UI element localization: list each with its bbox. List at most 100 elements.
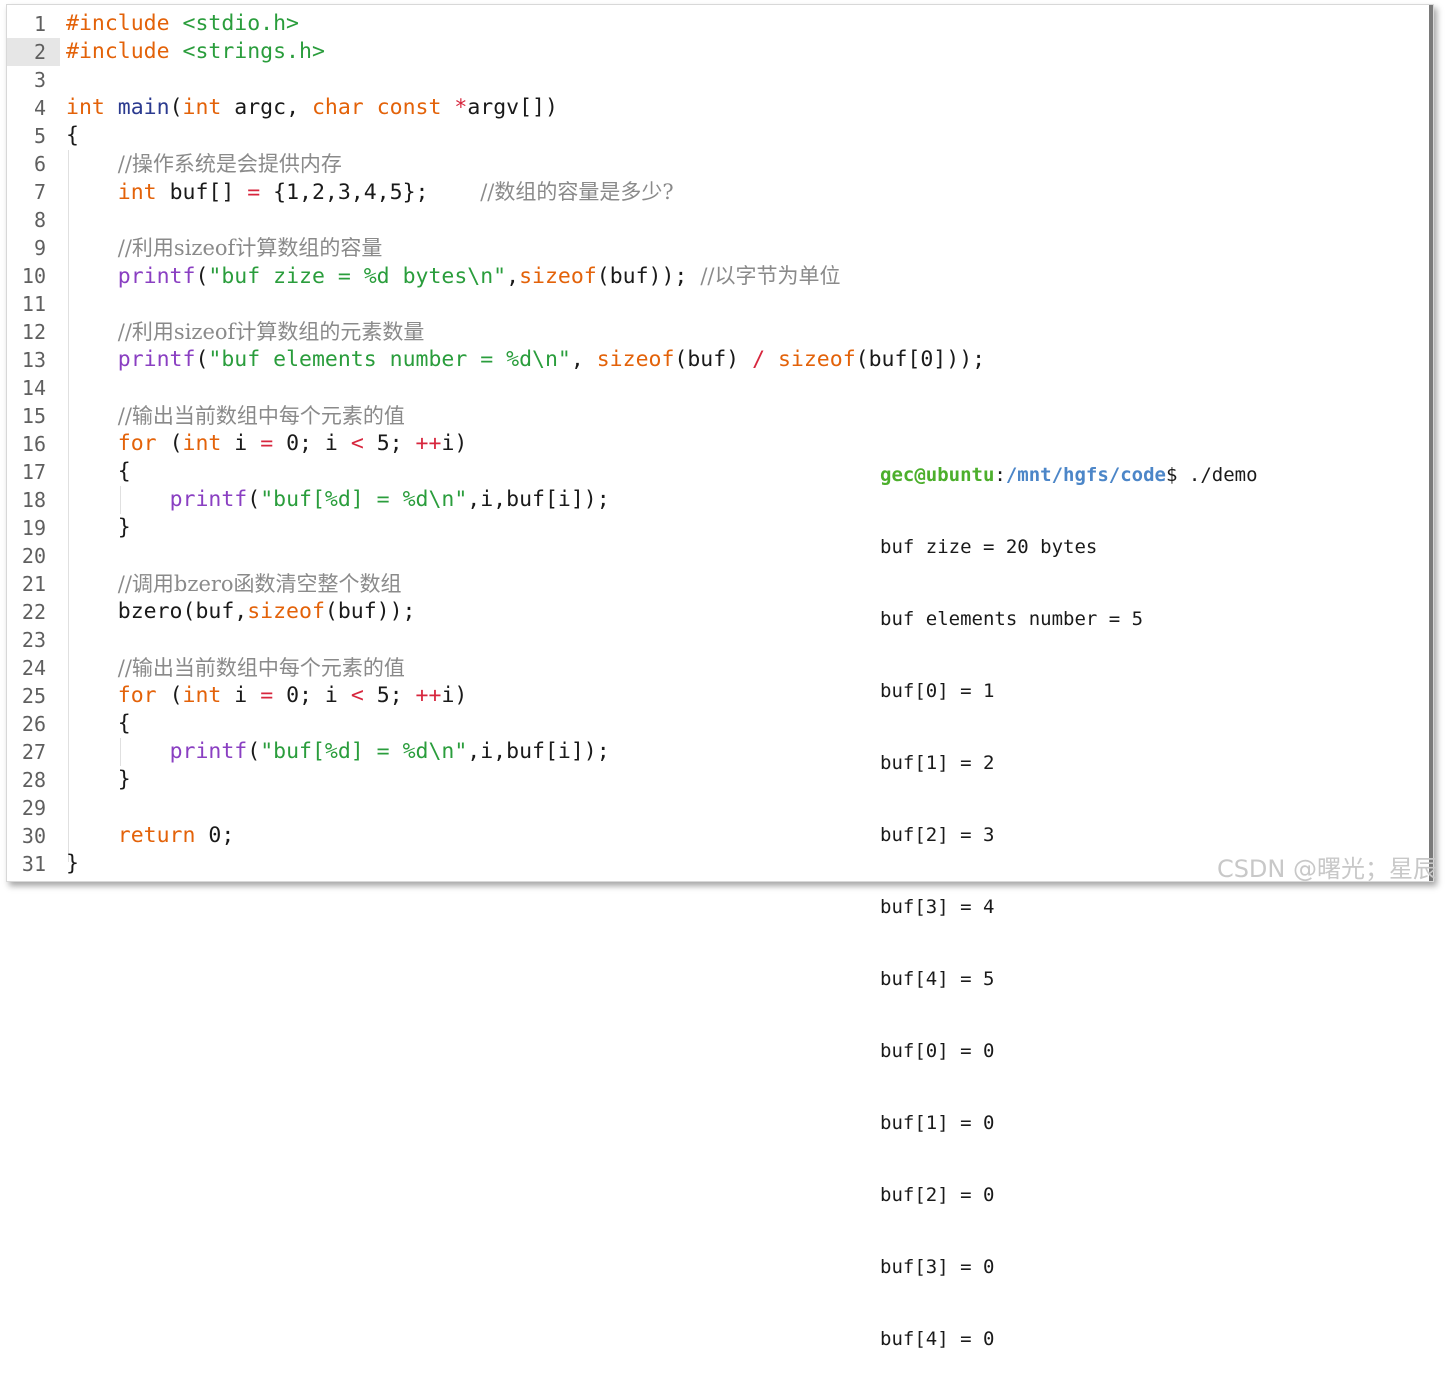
line-number: 29 bbox=[21, 796, 46, 820]
code-token: sizeof bbox=[519, 264, 597, 289]
prompt-path: /mnt/hgfs/code bbox=[1005, 464, 1166, 486]
code-token: for bbox=[117, 431, 170, 456]
line-number: 6 bbox=[33, 152, 46, 176]
code-token: "buf elements number = %d\n" bbox=[208, 347, 571, 372]
code-token: ++ bbox=[415, 683, 442, 708]
code-token: i bbox=[234, 431, 261, 456]
code-token: (buf[0])); bbox=[855, 347, 986, 372]
line-code: { bbox=[66, 458, 131, 486]
line-number: 21 bbox=[21, 572, 46, 596]
line-number: 14 bbox=[21, 376, 46, 400]
code-token: 5; bbox=[376, 431, 416, 456]
terminal-output-line: buf elements number = 5 bbox=[880, 608, 1144, 630]
line-code: int main(int argc, char const *argv[]) bbox=[66, 94, 558, 122]
code-token: #include bbox=[66, 39, 183, 64]
code-token: ( bbox=[247, 739, 261, 764]
code-token: ( bbox=[169, 95, 183, 120]
line-number: 26 bbox=[21, 712, 46, 736]
code-token: <strings.h> bbox=[182, 39, 325, 64]
code-token: //利用sizeof计算数组的元素数量 bbox=[117, 320, 425, 344]
code-token: , bbox=[506, 264, 520, 289]
code-token: "buf[%d] = %d\n" bbox=[260, 487, 468, 512]
code-token: = bbox=[260, 431, 287, 456]
terminal-output: gec@ubuntu:/mnt/hgfs/code$ ./demo buf zi… bbox=[880, 415, 1258, 1399]
line-number: 27 bbox=[21, 740, 46, 764]
code-token: (buf)); bbox=[324, 599, 416, 624]
code-token: printf bbox=[117, 347, 196, 372]
prompt-separator: : bbox=[994, 464, 1006, 486]
terminal-output-line: buf[4] = 0 bbox=[880, 1328, 995, 1350]
line-number: 24 bbox=[21, 656, 46, 680]
line-code: printf("buf[%d] = %d\n",i,buf[i]); bbox=[66, 486, 610, 514]
line-number: 2 bbox=[33, 40, 46, 64]
terminal-output-line: buf[0] = 0 bbox=[880, 1040, 995, 1062]
code-token: i) bbox=[441, 683, 468, 708]
line-number: 23 bbox=[21, 628, 46, 652]
line-code: for (int i = 0; i < 5; ++i) bbox=[66, 682, 468, 710]
line-number: 7 bbox=[33, 180, 46, 204]
code-token: 5; bbox=[376, 683, 416, 708]
code-token: return bbox=[117, 823, 209, 848]
line-number: 10 bbox=[21, 264, 46, 288]
frame-shadow-edge bbox=[1429, 5, 1433, 881]
line-number: 20 bbox=[21, 544, 46, 568]
code-token: printf bbox=[169, 487, 248, 512]
code-token: * bbox=[454, 95, 468, 120]
prompt-user: gec@ubuntu bbox=[880, 464, 995, 486]
code-token: #include bbox=[66, 11, 183, 36]
terminal-output-line: buf[2] = 0 bbox=[880, 1184, 995, 1206]
line-code: //输出当前数组中每个元素的值 bbox=[66, 654, 405, 683]
line-number: 31 bbox=[21, 852, 46, 876]
code-token: } bbox=[66, 851, 79, 876]
code-token: ( bbox=[169, 431, 183, 456]
code-token: = bbox=[247, 180, 274, 205]
line-code: #include <strings.h> bbox=[66, 38, 325, 66]
code-token: (buf) bbox=[674, 347, 753, 372]
code-token: sizeof bbox=[247, 599, 325, 624]
code-token: ( bbox=[169, 683, 183, 708]
code-token: sizeof bbox=[596, 347, 675, 372]
line-code: } bbox=[66, 766, 131, 794]
line-code: printf("buf elements number = %d\n", siz… bbox=[66, 346, 985, 374]
code-token: , bbox=[570, 347, 597, 372]
line-code: //调用bzero函数清空整个数组 bbox=[66, 570, 402, 599]
line-code: { bbox=[66, 122, 79, 150]
line-number: 8 bbox=[33, 208, 46, 232]
line-code: } bbox=[66, 514, 131, 542]
line-number: 1 bbox=[33, 12, 46, 36]
line-code: #include <stdio.h> bbox=[66, 10, 299, 38]
line-number: 13 bbox=[21, 348, 46, 372]
line-code: printf("buf zize = %d bytes\n",sizeof(bu… bbox=[66, 262, 841, 291]
code-token: <stdio.h> bbox=[182, 11, 300, 36]
code-token: bzero(buf, bbox=[66, 599, 248, 624]
line-number: 25 bbox=[21, 684, 46, 708]
line-number: 4 bbox=[33, 96, 46, 120]
line-number: 18 bbox=[21, 488, 46, 512]
code-token: < bbox=[350, 683, 377, 708]
code-token: argv[]) bbox=[467, 95, 558, 120]
code-token: "buf[%d] = %d\n" bbox=[260, 739, 468, 764]
code-token: //输出当前数组中每个元素的值 bbox=[117, 656, 405, 680]
line-code: int buf[] = {1,2,3,4,5}; //数组的容量是多少? bbox=[66, 178, 674, 207]
code-token: i) bbox=[441, 431, 468, 456]
terminal-output-line: buf[1] = 0 bbox=[880, 1112, 995, 1134]
line-code: printf("buf[%d] = %d\n",i,buf[i]); bbox=[66, 738, 610, 766]
code-token: int bbox=[182, 683, 235, 708]
line-number: 17 bbox=[21, 460, 46, 484]
code-token: ++ bbox=[415, 431, 442, 456]
code-token: { bbox=[66, 711, 131, 736]
code-token: int bbox=[182, 95, 235, 120]
line-number: 11 bbox=[21, 292, 46, 316]
code-screenshot-frame: 1 #include <stdio.h> 2 #include <strings.h>… bbox=[6, 4, 1434, 1350]
terminal-output-line: buf[0] = 1 bbox=[880, 680, 995, 702]
code-token: //以字节为单位 bbox=[700, 264, 841, 288]
